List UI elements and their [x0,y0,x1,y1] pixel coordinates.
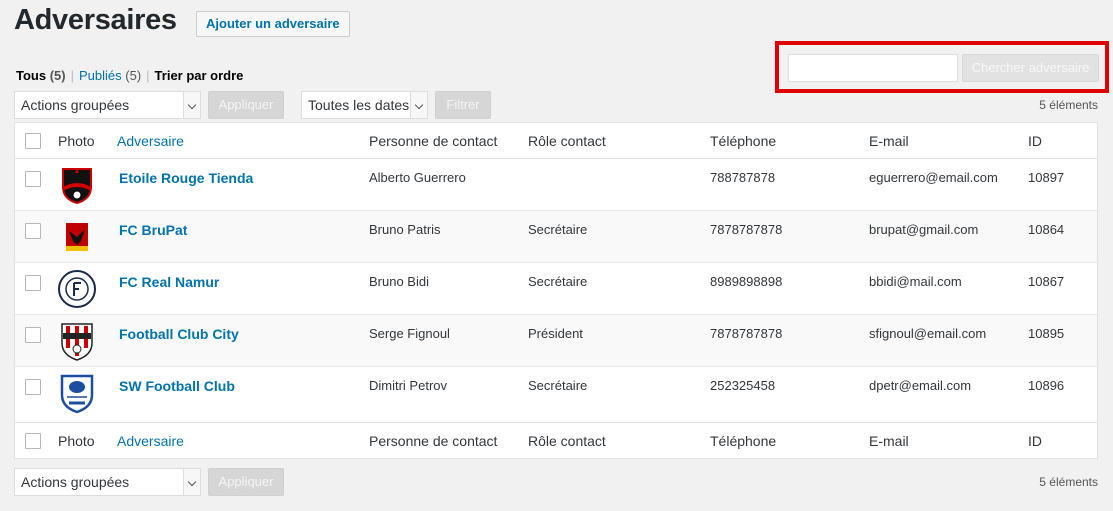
chevron-down-icon [410,92,427,118]
column-email: E-mail [869,133,909,149]
adversary-name-link[interactable]: Football Club City [119,326,239,342]
column-role: Rôle contact [528,133,606,149]
real-crest-icon [58,270,96,308]
row-checkbox[interactable] [25,327,41,343]
table-row: Etoile Rouge Tienda Alberto Guerrero 788… [15,159,1097,211]
search-input[interactable] [788,54,958,82]
adversary-name-link[interactable]: SW Football Club [119,378,235,394]
bulk-actions-select-top[interactable]: Actions groupées [14,91,201,119]
table-row: FC Real Namur Bruno Bidi Secrétaire 8989… [15,263,1097,315]
derby-crest-icon [61,323,93,361]
row-checkbox[interactable] [25,275,41,291]
view-separator: | [146,68,150,83]
id: 10895 [1028,326,1065,341]
contact-name: Alberto Guerrero [369,170,466,185]
email: dpetr@email.com [869,378,972,393]
phone: 252325458 [710,378,776,393]
adversary-name-link[interactable]: FC BruPat [119,222,187,238]
bulk-actions-value: Actions groupées [21,97,130,113]
dates-filter-select[interactable]: Toutes les dates [301,91,428,119]
column-adversary-sort[interactable]: Adversaire [117,433,184,449]
contact-role: Secrétaire [528,378,588,393]
contact-name: Dimitri Petrov [369,378,448,393]
chevron-down-icon [183,92,200,118]
email: sfignoul@email.com [869,326,987,341]
swfc-crest-icon [60,374,94,413]
column-id: ID [1028,433,1042,449]
view-all-link[interactable]: Tous (5) [16,68,66,83]
view-published-link[interactable]: Publiés (5) [79,68,141,83]
id: 10864 [1028,222,1065,237]
row-checkbox[interactable] [25,223,41,239]
column-contact: Personne de contact [369,433,498,449]
contact-role: Secrétaire [528,222,588,237]
phone: 8989898898 [710,274,783,289]
sort-by-order-link[interactable]: Trier par ordre [155,68,244,83]
phone: 7878787878 [710,326,783,341]
row-checkbox[interactable] [25,171,41,187]
contact-name: Bruno Patris [369,222,441,237]
column-contact: Personne de contact [369,133,498,149]
select-all-checkbox[interactable] [25,133,41,149]
id: 10897 [1028,170,1065,185]
column-adversary-sort[interactable]: Adversaire [117,133,184,149]
email: brupat@gmail.com [869,222,979,237]
contact-name: Bruno Bidi [369,274,429,289]
column-phone: Téléphone [710,133,777,149]
crows-crest-icon [66,223,88,251]
select-all-checkbox-bottom[interactable] [25,433,41,449]
id: 10896 [1028,378,1065,393]
chevron-down-icon [183,469,200,495]
view-published-label: Publiés [79,68,122,83]
table-row: Football Club City Serge Fignoul Préside… [15,315,1097,367]
dates-filter-value: Toutes les dates [308,97,410,113]
phone: 788787878 [710,170,776,185]
id: 10867 [1028,274,1065,289]
filter-button[interactable]: Filtrer [435,91,491,119]
column-role: Rôle contact [528,433,606,449]
add-adversary-button[interactable]: Ajouter un adversaire [196,11,350,37]
view-all-label: Tous [16,68,47,83]
adversaries-table: Photo Adversaire Personne de contact Rôl… [14,122,1098,459]
column-photo: Photo [58,133,95,149]
view-all-count: (5) [49,68,66,83]
bulk-actions-value: Actions groupées [21,474,130,490]
table-row: SW Football Club Dimitri Petrov Secrétai… [15,367,1097,419]
view-published-count: (5) [125,68,142,83]
contact-role: Secrétaire [528,274,588,289]
items-count-bottom: 5 éléments [1039,475,1098,489]
tienda-crest-icon [62,168,92,205]
adversary-name-link[interactable]: Etoile Rouge Tienda [119,170,253,186]
column-id: ID [1028,133,1042,149]
contact-name: Serge Fignoul [369,326,450,341]
apply-button-top[interactable]: Appliquer [208,91,284,119]
row-checkbox[interactable] [25,379,41,395]
email: eguerrero@email.com [869,170,998,185]
view-filters: Tous (5) | Publiés (5) | Trier par ordre [16,68,243,83]
phone: 7878787878 [710,222,783,237]
column-phone: Téléphone [710,433,777,449]
table-footer: Photo Adversaire Personne de contact Rôl… [15,422,1097,458]
column-photo: Photo [58,433,95,449]
contact-role: Président [528,326,583,341]
email: bbidi@mail.com [869,274,962,289]
items-count-top: 5 éléments [1039,98,1098,112]
search-adversary-button[interactable]: Chercher adversaire [962,54,1099,82]
table-row: FC BruPat Bruno Patris Secrétaire 787878… [15,211,1097,263]
apply-button-bottom[interactable]: Appliquer [208,468,284,496]
page-title: Adversaires [14,4,177,36]
adversary-name-link[interactable]: FC Real Namur [119,274,219,290]
bulk-actions-select-bottom[interactable]: Actions groupées [14,468,201,496]
column-email: E-mail [869,433,909,449]
table-header: Photo Adversaire Personne de contact Rôl… [15,123,1097,159]
view-separator: | [70,68,74,83]
